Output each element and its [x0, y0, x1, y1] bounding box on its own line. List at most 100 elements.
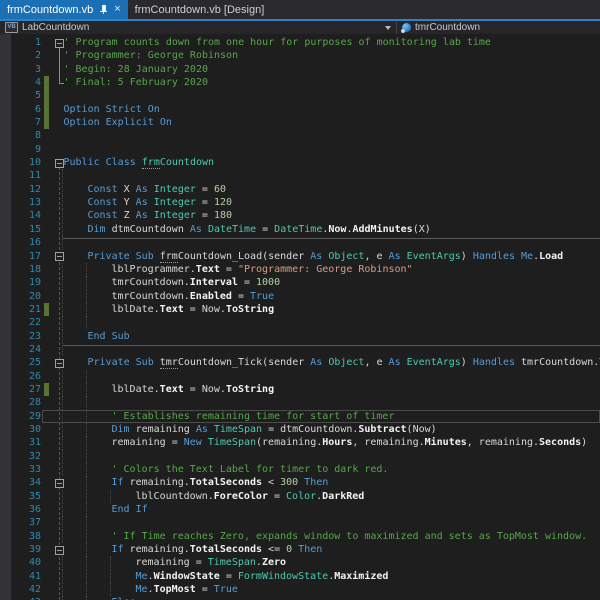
code-text: Dim dtmCountdown As DateTime = DateTime.… [87, 223, 431, 235]
tab-frmcountdown-vb[interactable]: frmCountdown.vb × [0, 0, 128, 19]
line-number: 4 [34, 77, 41, 89]
line-number: 37 [28, 517, 41, 529]
line-number: 42 [28, 584, 41, 596]
indent-guide [61, 276, 63, 290]
indent-guide [85, 543, 87, 557]
code-text: ' Establishes remaining time for start o… [111, 410, 395, 422]
code-line: 11 [0, 169, 600, 183]
line-number: 25 [28, 357, 41, 369]
line-number: 14 [28, 210, 41, 222]
line-number: 40 [28, 557, 41, 569]
code-text: Option Strict On [63, 103, 160, 115]
code-line: 12 Const X As Integer = 60 [0, 182, 600, 197]
fold-collapse-icon[interactable] [55, 478, 64, 488]
project-dropdown[interactable]: VB LabCountdown [0, 21, 397, 34]
indent-guide [109, 489, 111, 504]
code-line: 1 ' Program counts down from one hour for… [0, 36, 600, 49]
line-number: 24 [28, 343, 41, 355]
indent-guide [85, 569, 87, 584]
line-number: 30 [28, 423, 41, 435]
line-number: 18 [28, 263, 41, 275]
indent-guide [61, 316, 63, 330]
code-line: 6 Option Strict On [0, 102, 600, 117]
code-line: 18 lblProgrammer.Text = "Programmer: Geor… [0, 262, 600, 277]
project-dropdown-value: LabCountdown [22, 22, 90, 33]
indent-guide [85, 289, 87, 303]
line-number: 8 [34, 130, 41, 142]
indent-guide [61, 529, 63, 544]
code-line: 2 ' Programmer: George Robinson [0, 49, 600, 62]
indent-guide [61, 489, 63, 504]
indent-guide [61, 329, 63, 343]
code-text: Const Z As Integer = 180 [87, 210, 233, 222]
code-line: 22 [0, 316, 600, 330]
line-number: 39 [28, 544, 41, 556]
indent-guide [61, 169, 63, 183]
change-tracking-bar [44, 116, 49, 130]
code-line: 32 [0, 449, 600, 463]
code-text: tmrCountdown.Interval = 1000 [111, 277, 281, 289]
pin-icon[interactable] [99, 5, 108, 14]
indent-guide [85, 302, 87, 317]
change-tracking-bar [44, 76, 49, 90]
line-number: 11 [28, 170, 41, 182]
code-text: lblCountdown.ForeColor = Color.DarkRed [135, 490, 365, 502]
code-line: 35 lblCountdown.ForeColor = Color.DarkRed [0, 489, 600, 504]
line-number: 3 [34, 63, 41, 75]
fold-collapse-icon[interactable] [55, 252, 64, 261]
close-icon[interactable]: × [114, 4, 120, 15]
indent-guide [61, 369, 63, 383]
indent-guide [61, 236, 63, 250]
line-number: 31 [28, 437, 41, 449]
code-line: 25 Private Sub tmrCountdown_Tick(sender A… [0, 356, 600, 370]
code-text: remaining = New TimeSpan(remaining.Hours… [111, 437, 588, 449]
code-text: ' Programmer: George Robinson [63, 50, 239, 62]
indent-guide [85, 396, 87, 410]
code-text: lblProgrammer.Text = "Programmer: George… [111, 263, 413, 275]
indent-guide [61, 503, 63, 517]
code-line: 28 [0, 396, 600, 410]
fold-collapse-icon[interactable] [55, 358, 64, 368]
fold-collapse-icon[interactable] [55, 545, 64, 555]
code-line: 17 Private Sub frmCountdown_Load(sender A… [0, 250, 600, 263]
line-number: 7 [34, 117, 41, 129]
code-line: 23 End Sub [0, 329, 600, 343]
indent-guide [109, 583, 111, 597]
indent-guide [85, 476, 87, 490]
timer-component-icon [401, 23, 411, 33]
indent-guide [85, 422, 87, 437]
code-line: 9 [0, 143, 600, 156]
code-line: 41 Me.WindowState = FormWindowState.Maxim… [0, 569, 600, 584]
code-text: Const Y As Integer = 120 [87, 197, 233, 209]
code-line: 19 tmrCountdown.Interval = 1000 [0, 276, 600, 290]
indent-guide [61, 382, 63, 397]
indent-guide [61, 196, 63, 210]
code-line: 3 ' Begin: 28 January 2020 [0, 63, 600, 76]
indent-guide [61, 182, 63, 197]
indent-guide [85, 556, 87, 570]
code-line: 40 remaining = TimeSpan.Zero [0, 556, 600, 570]
tab-frmcountdown-design[interactable]: frmCountdown.vb [Design] [128, 0, 272, 19]
indent-guide [85, 596, 87, 600]
code-line: 13 Const Y As Integer = 120 [0, 196, 600, 210]
code-line: 26 [0, 369, 600, 383]
member-dropdown[interactable]: tmrCountdown [397, 21, 600, 34]
document-tab-bar: frmCountdown.vb × frmCountdown.vb [Desig… [0, 0, 600, 19]
code-lines: 1 ' Program counts down from one hour for… [0, 36, 600, 600]
code-editor[interactable]: 1 ' Program counts down from one hour for… [0, 34, 600, 600]
code-text: Me.TopMost = True [135, 584, 238, 596]
code-line: 21 lblDate.Text = Now.ToString [0, 302, 600, 317]
indent-guide [109, 556, 111, 570]
line-number: 5 [34, 90, 41, 102]
indent-guide [61, 396, 63, 410]
line-number: 17 [28, 250, 41, 262]
line-number: 19 [28, 277, 41, 289]
line-number: 22 [28, 317, 41, 329]
code-line: 15 Dim dtmCountdown As DateTime = DateTim… [0, 222, 600, 237]
code-line: 7 Option Explicit On [0, 116, 600, 130]
line-number: 13 [28, 197, 41, 209]
indent-guide [61, 222, 63, 237]
line-number: 33 [28, 464, 41, 475]
code-text: Public Class frmCountdown [63, 157, 215, 170]
line-number: 32 [28, 450, 41, 462]
